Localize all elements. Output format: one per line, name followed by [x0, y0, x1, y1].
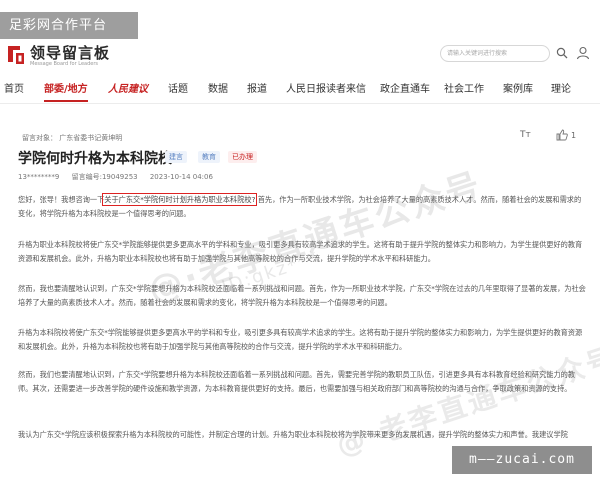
user-icon[interactable]: [576, 46, 590, 60]
site-logo[interactable]: 领导留言板 Message Board for Leaders: [6, 42, 114, 70]
watermark-bottom-label: m——zucai.com: [452, 446, 592, 474]
message-info: 13********9 留言编号:19049253 2023-10-14 04:…: [18, 172, 223, 182]
message-time: 2023-10-14 04:06: [149, 173, 213, 181]
active-nav-indicator: [44, 100, 88, 102]
nav-item-case-library[interactable]: 案例库: [503, 80, 533, 95]
watermark-overlay-lower: @·老李直通车公众号: [332, 340, 600, 463]
nav-item-theory[interactable]: 理论: [551, 80, 571, 95]
message-paragraph-6: 我认为广东交*学院应该积极探索升格为本科院校的可能性，并制定合理的计划。升格为职…: [18, 430, 568, 439]
nav-item-social-work[interactable]: 社会工作: [444, 80, 484, 95]
watermark-top-label: 足彩网合作平台: [0, 12, 138, 39]
message-paragraph-4: 升格为本科院校将使广东交*学院能够提供更多更高水平的学科和专业，吸引更多具有较高…: [18, 328, 583, 351]
author-id: 13********9: [18, 173, 60, 181]
message-recipient: 留言对象： 广东省委书记黄坤明: [22, 134, 123, 142]
nav-item-people-suggestions[interactable]: 人民建议: [108, 80, 148, 95]
message-paragraph-5: 然而，我们也要清醒地认识到，广东交*学院要想升格为本科院校还面临着一系列挑战和问…: [18, 370, 576, 393]
tag-suggestion: 建言: [165, 151, 187, 163]
nav-item-reports[interactable]: 报道: [247, 80, 267, 95]
logo-title: 领导留言板: [30, 44, 111, 62]
logo-subtitle: Message Board for Leaders: [30, 61, 99, 67]
logo-mark-icon: [8, 46, 24, 64]
like-count: 1: [571, 131, 577, 140]
nav-item-gov-enterprise[interactable]: 政企直通车: [380, 80, 430, 95]
highlighted-question: 关于广东交*学院何时计划升格为职业本科院校?: [102, 193, 258, 206]
nav-item-home[interactable]: 首页: [4, 80, 24, 95]
thumbs-up-icon[interactable]: [556, 129, 568, 141]
main-nav: 首页 部委/地方 人民建议 话题 数据 报道 人民日报读者来信 政企直通车 社会…: [0, 74, 600, 104]
nav-item-topics[interactable]: 话题: [168, 80, 188, 95]
message-paragraph-1: 您好，张导！我想咨询一下关于广东交*学院何时计划升格为职业本科院校? 首先，作为…: [18, 193, 586, 221]
nav-item-reader-letters[interactable]: 人民日报读者来信: [286, 80, 366, 95]
nav-item-data[interactable]: 数据: [208, 80, 228, 95]
site-header: 领导留言板 Message Board for Leaders 请输入关键词进行…: [0, 36, 600, 74]
message-number: 留言编号:19049253: [71, 173, 138, 181]
message-paragraph-2: 升格为职业本科院校将使广东交*学院能够提供更多更高水平的学科和专业，吸引更多具有…: [18, 240, 583, 263]
tag-education: 教育: [198, 151, 220, 163]
message-paragraph-3: 然而，我也要清醒地认识到，广东交*学院要想升格为本科院校还面临着一系列挑战和问题…: [18, 284, 586, 307]
search-icon[interactable]: [556, 47, 568, 59]
paragraph-1-start: 您好，张导！我想咨询一下: [18, 195, 105, 204]
search-input[interactable]: 请输入关键词进行搜索: [440, 45, 550, 62]
tag-status-handled: 已办理: [228, 151, 257, 163]
nav-item-ministries-local[interactable]: 部委/地方: [44, 80, 88, 95]
message-title: 学院何时升格为本科院校: [18, 151, 172, 167]
font-size-toggle[interactable]: Tт: [520, 130, 531, 140]
